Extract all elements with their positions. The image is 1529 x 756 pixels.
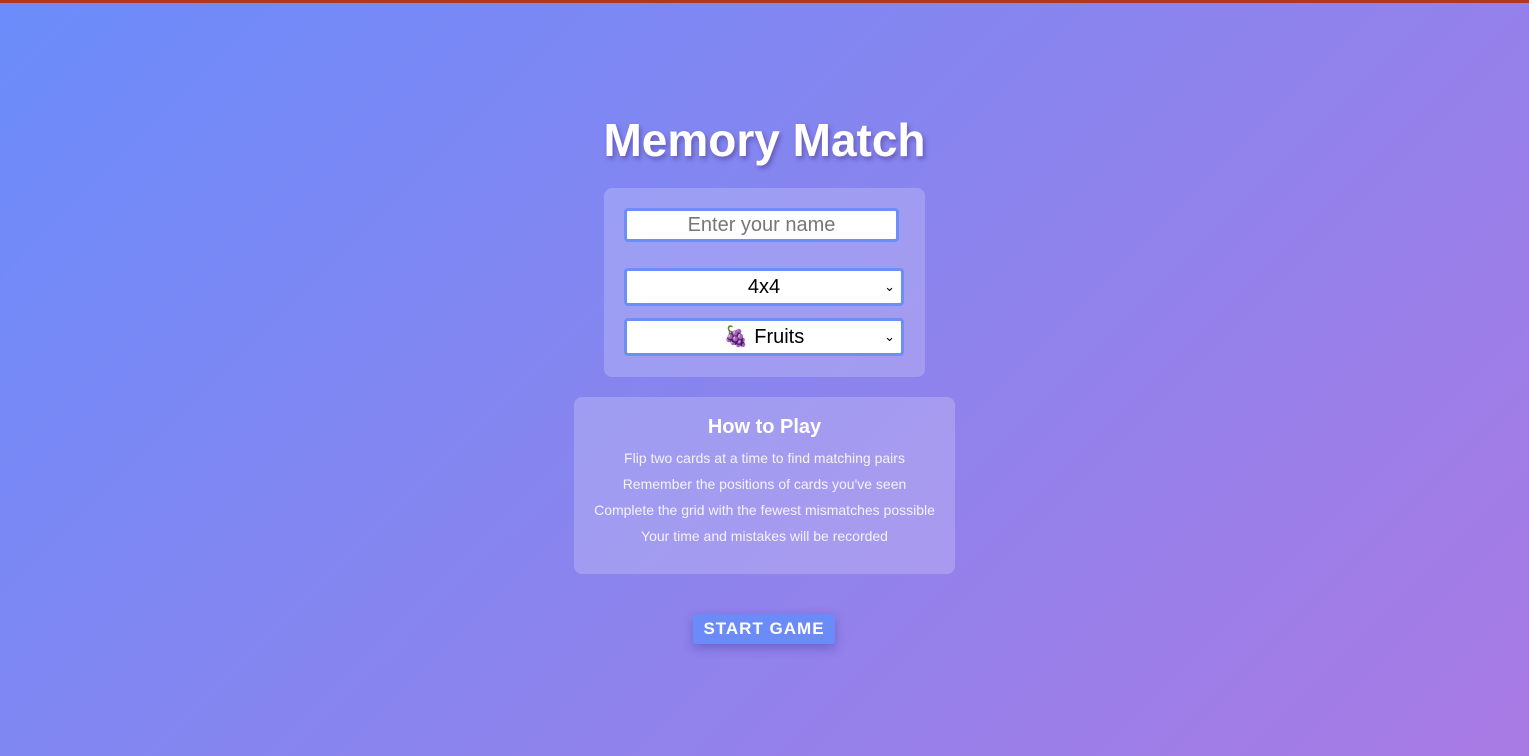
page-title: Memory Match <box>603 114 926 166</box>
how-to-line: Complete the grid with the fewest mismat… <box>594 502 935 518</box>
grid-size-value: 4x4 <box>747 276 781 298</box>
how-to-line: Your time and mistakes will be recorded <box>641 528 888 544</box>
settings-panel: 4x4 ⌄ 🍇 Fruits ⌄ <box>604 188 925 377</box>
name-input[interactable] <box>624 208 899 242</box>
how-to-line: Remember the positions of cards you've s… <box>622 476 907 492</box>
how-to-play-title: How to Play <box>707 416 822 438</box>
chevron-down-icon: ⌄ <box>884 279 895 294</box>
start-game-button[interactable]: START GAME <box>693 614 835 644</box>
how-to-line: Flip two cards at a time to find matchin… <box>624 450 905 466</box>
theme-value: 🍇 Fruits <box>723 326 805 348</box>
grid-size-select[interactable]: 4x4 ⌄ <box>624 268 904 306</box>
how-to-play-panel: How to Play Flip two cards at a time to … <box>574 397 955 574</box>
top-strip <box>0 0 1529 3</box>
theme-select[interactable]: 🍇 Fruits ⌄ <box>624 318 904 356</box>
chevron-down-icon: ⌄ <box>884 329 895 344</box>
